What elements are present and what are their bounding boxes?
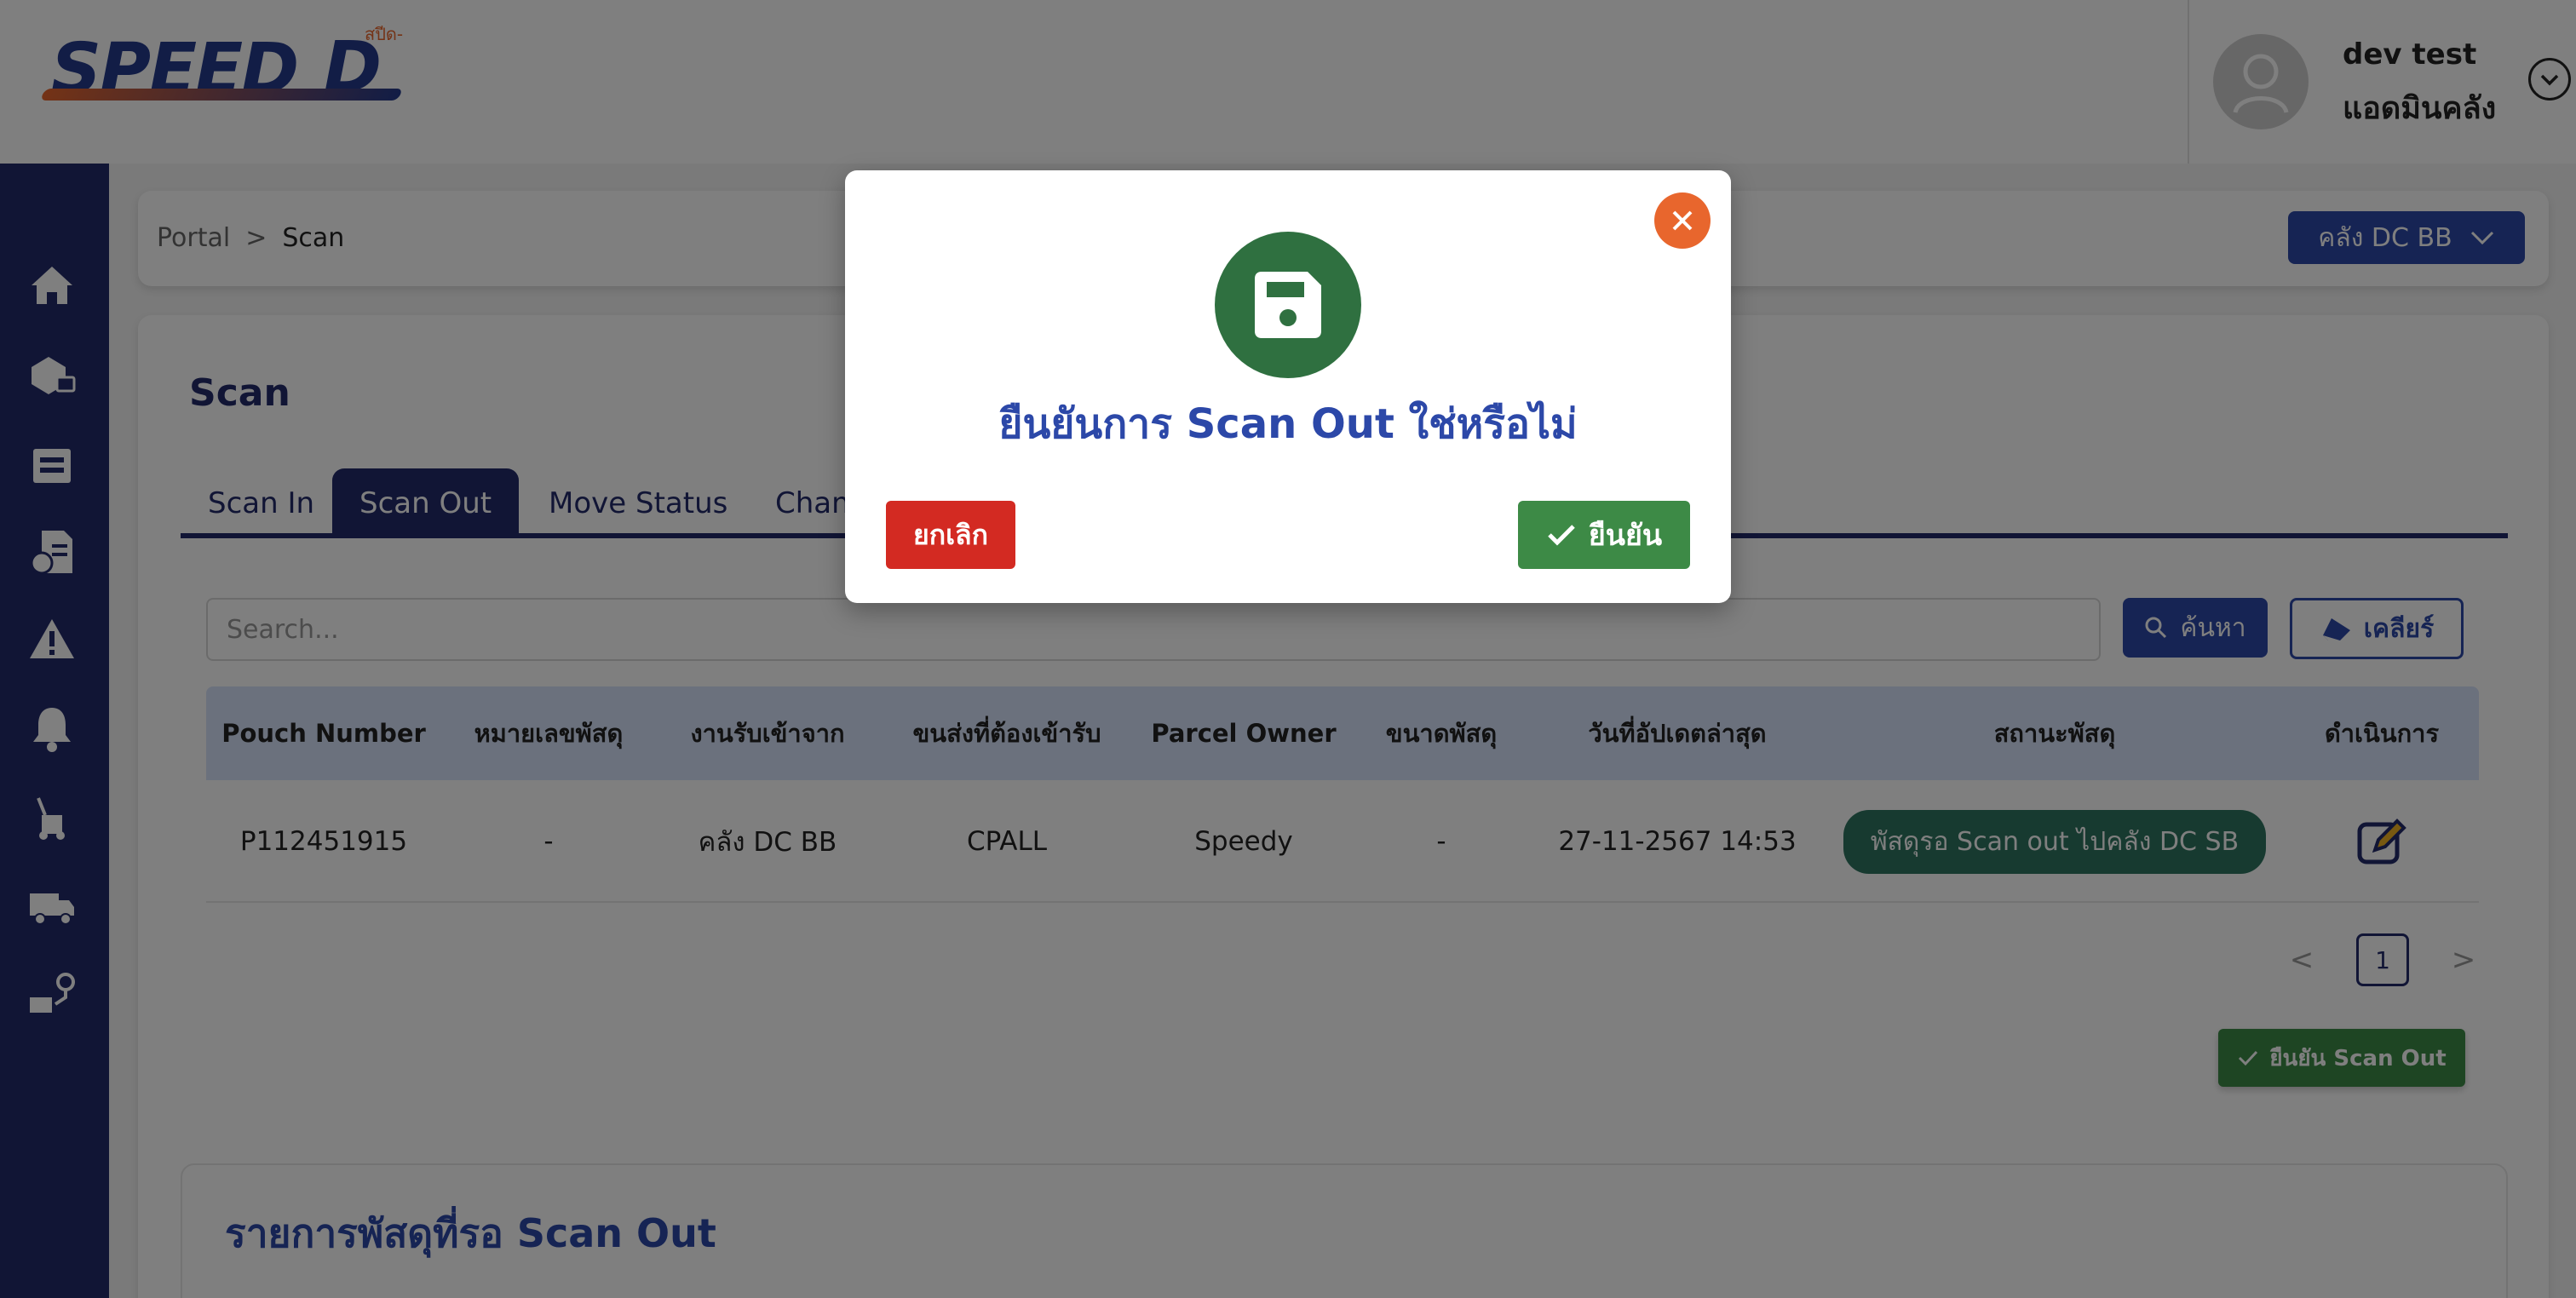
confirm-button[interactable]: ยืนยัน bbox=[1518, 501, 1690, 569]
cancel-button[interactable]: ยกเลิก bbox=[886, 501, 1015, 569]
confirm-button-label: ยืนยัน bbox=[1588, 519, 1663, 553]
close-icon bbox=[1672, 210, 1693, 231]
close-button[interactable] bbox=[1654, 192, 1711, 249]
modal-title: ยืนยันการ Scan Out ใช่หรือไม่ bbox=[998, 400, 1578, 448]
confirm-modal: ยืนยันการ Scan Out ใช่หรือไม่ ยกเลิก ยืน… bbox=[845, 170, 1731, 603]
modal-save-badge bbox=[1215, 232, 1361, 378]
check-icon bbox=[1548, 525, 1575, 546]
save-icon bbox=[1255, 272, 1321, 338]
